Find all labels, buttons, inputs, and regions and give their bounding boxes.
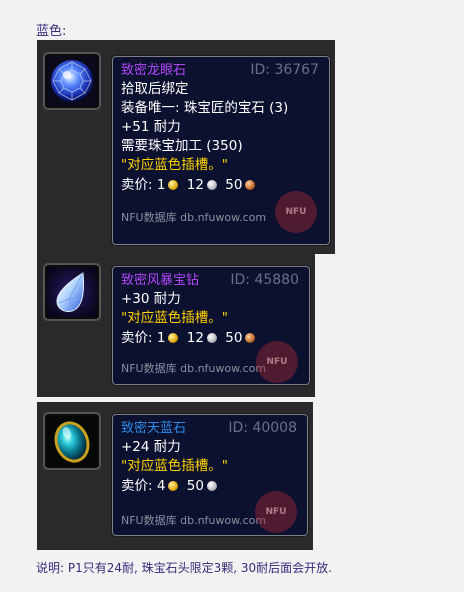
item-tooltip-3: 致密天蓝石 ID: 40008 +24 耐力 "对应蓝色插槽。" 卖价: 4 5…	[112, 414, 308, 536]
item-name: 致密风暴宝钻	[121, 273, 200, 288]
copper-amount: 50	[225, 330, 243, 346]
database-footer: NFU数据库 db.nfuwow.com	[121, 211, 267, 224]
item-icon-1	[43, 52, 101, 110]
item-icon-3	[43, 412, 101, 470]
teardrop-gem-icon	[47, 267, 97, 317]
copper-amount: 50	[225, 177, 243, 193]
item-name: 致密龙眼石	[121, 63, 187, 78]
gold-amount: 1	[156, 330, 166, 346]
blue-faceted-gem-icon	[47, 56, 97, 106]
silver-coin-icon	[206, 481, 217, 491]
item-icon-2	[43, 263, 101, 321]
item-id: ID: 40008	[228, 420, 297, 436]
item-tooltip-1: 致密龙眼石 ID: 36767 拾取后绑定 装备唯一: 珠宝匠的宝石 (3) +…	[112, 56, 330, 245]
database-footer: NFU数据库 db.nfuwow.com	[121, 362, 267, 375]
price-label: 卖价:	[121, 330, 153, 346]
gold-amount: 4	[156, 478, 166, 494]
explanation-note: 说明: P1只有24耐, 珠宝石头限定3颗, 30耐后面会开放.	[36, 561, 332, 575]
database-footer: NFU数据库 db.nfuwow.com	[121, 514, 267, 527]
gold-coin-icon	[168, 333, 179, 343]
item-name: 致密天蓝石	[121, 421, 187, 436]
nfu-watermark: NFU	[275, 191, 317, 233]
stat-line: +51 耐力	[121, 119, 181, 135]
binding-line: 拾取后绑定	[121, 81, 189, 97]
sell-price: 卖价: 1 12 50	[121, 177, 259, 194]
sell-price: 卖价: 4 50	[121, 478, 221, 495]
gold-amount: 1	[156, 177, 166, 193]
copper-coin-icon	[245, 333, 256, 343]
socket-quote: "对应蓝色插槽。"	[121, 458, 228, 474]
item-id: ID: 36767	[250, 62, 319, 78]
stat-line: +30 耐力	[121, 291, 181, 307]
section-heading: 蓝色:	[36, 24, 67, 39]
unique-equip-line: 装备唯一: 珠宝匠的宝石 (3)	[121, 100, 289, 116]
gold-coin-icon	[168, 481, 179, 491]
item-id: ID: 45880	[230, 272, 299, 288]
gold-coin-icon	[168, 180, 179, 190]
price-label: 卖价:	[121, 177, 153, 193]
stat-line: +24 耐力	[121, 439, 181, 455]
silver-coin-icon	[206, 180, 217, 190]
requirement-line: 需要珠宝加工 (350)	[121, 138, 243, 154]
silver-amount: 50	[186, 478, 204, 494]
nfu-watermark: NFU	[255, 491, 297, 533]
socket-quote: "对应蓝色插槽。"	[121, 310, 228, 326]
silver-coin-icon	[206, 333, 217, 343]
copper-coin-icon	[245, 180, 256, 190]
nfu-watermark: NFU	[256, 341, 298, 383]
oval-cabochon-gem-icon	[47, 416, 97, 466]
silver-amount: 12	[186, 330, 204, 346]
sell-price: 卖价: 1 12 50	[121, 330, 259, 347]
price-label: 卖价:	[121, 478, 153, 494]
socket-quote: "对应蓝色插槽。"	[121, 157, 228, 173]
silver-amount: 12	[186, 177, 204, 193]
item-tooltip-2: 致密风暴宝钻 ID: 45880 +30 耐力 "对应蓝色插槽。" 卖价: 1 …	[112, 266, 310, 385]
